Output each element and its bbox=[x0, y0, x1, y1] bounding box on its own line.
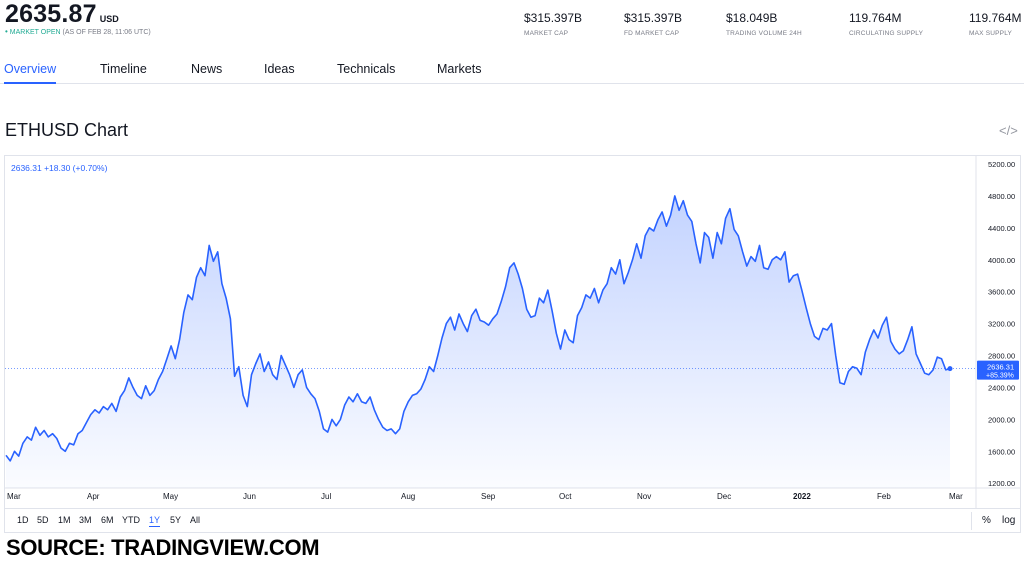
x-tick-label: Jun bbox=[243, 492, 256, 501]
range-6m-button[interactable]: 6M bbox=[101, 515, 114, 525]
stat-max-supply: 119.764M MAX SUPPLY bbox=[969, 11, 1021, 37]
x-tick-label: Aug bbox=[401, 492, 415, 501]
x-tick-label: Feb bbox=[877, 492, 891, 501]
y-tick-label: 1600.00 bbox=[988, 447, 1015, 456]
y-tick-label: 3600.00 bbox=[988, 288, 1015, 297]
range-1y-button[interactable]: 1Y bbox=[149, 515, 161, 527]
x-tick-label: May bbox=[163, 492, 178, 501]
price-chart[interactable]: 1200.00 1600.00 2000.00 2400.00 2800.00 3200.… bbox=[5, 156, 1020, 508]
stat-value: $18.049B bbox=[726, 11, 778, 25]
log-scale-button[interactable]: log bbox=[1002, 515, 1015, 526]
range-1d-button[interactable]: 1D bbox=[17, 515, 29, 525]
stat-value: 119.764M bbox=[969, 11, 1022, 25]
chart-legend: 2636.31 +18.30 (+0.70%) bbox=[11, 163, 108, 173]
range-3m-button[interactable]: 3M bbox=[79, 515, 92, 525]
range-5d-button[interactable]: 5D bbox=[37, 515, 49, 525]
x-tick-label: Apr bbox=[87, 492, 100, 501]
chart-title: ETHUSD Chart bbox=[5, 120, 129, 140]
range-toolbar: 1D 5D 1M 3M 6M YTD 1Y 5Y All % log bbox=[5, 508, 1020, 533]
stat-value: $315.397B bbox=[624, 11, 683, 25]
range-ytd-button[interactable]: YTD bbox=[122, 515, 140, 525]
tab-timeline[interactable]: Timeline bbox=[100, 62, 147, 76]
range-5y-button[interactable]: 5Y bbox=[170, 515, 181, 525]
stat-label: CIRCULATING SUPPLY bbox=[849, 30, 924, 37]
tab-ideas[interactable]: Ideas bbox=[264, 62, 295, 76]
x-tick-label: Sep bbox=[481, 492, 496, 501]
tab-news[interactable]: News bbox=[191, 62, 222, 76]
percent-scale-button[interactable]: % bbox=[982, 515, 991, 526]
x-tick-label: Dec bbox=[717, 492, 731, 501]
y-tick-label: 4800.00 bbox=[988, 192, 1015, 201]
toolbar-divider bbox=[971, 512, 972, 530]
last-price-dot bbox=[947, 366, 953, 372]
stat-trading-volume: $18.049B TRADING VOLUME 24H bbox=[726, 11, 802, 37]
x-tick-label: Oct bbox=[559, 492, 572, 501]
stat-circulating-supply: 119.764M CIRCULATING SUPPLY bbox=[849, 11, 923, 37]
price-area-fill bbox=[6, 195, 950, 488]
price-tag-value: 2636.31 bbox=[987, 363, 1014, 372]
tab-bar: Overview Timeline News Ideas Technicals … bbox=[0, 54, 1024, 84]
y-tick-label: 4400.00 bbox=[988, 224, 1015, 233]
range-1m-button[interactable]: 1M bbox=[58, 515, 71, 525]
stat-label: MARKET CAP bbox=[524, 30, 569, 37]
x-tick-label: Mar bbox=[7, 492, 21, 501]
tab-technicals[interactable]: Technicals bbox=[337, 62, 395, 76]
x-tick-label: Nov bbox=[637, 492, 651, 501]
embed-code-icon[interactable]: </> bbox=[999, 123, 1018, 138]
tab-overview[interactable]: Overview bbox=[4, 62, 56, 76]
y-tick-label: 2000.00 bbox=[988, 415, 1015, 424]
stat-label: TRADING VOLUME 24H bbox=[726, 30, 802, 37]
stat-label: MAX SUPPLY bbox=[969, 30, 1013, 37]
chart-container: 1200.00 1600.00 2000.00 2400.00 2800.00 3200.… bbox=[4, 155, 1021, 533]
source-caption: SOURCE: TRADINGVIEW.COM bbox=[6, 535, 320, 560]
x-tick-label: 2022 bbox=[793, 492, 811, 501]
stat-fd-market-cap: $315.397B FD MARKET CAP bbox=[624, 11, 682, 37]
stat-value: 119.764M bbox=[849, 11, 902, 25]
x-tick-label: Mar bbox=[949, 492, 963, 501]
price-tag-change: +85.39% bbox=[986, 373, 1014, 380]
y-tick-label: 5200.00 bbox=[988, 160, 1015, 169]
y-tick-label: 2400.00 bbox=[988, 383, 1015, 392]
active-tab-indicator bbox=[4, 82, 56, 84]
stat-market-cap: $315.397B MARKET CAP bbox=[524, 11, 582, 37]
y-tick-label: 2800.00 bbox=[988, 352, 1015, 361]
y-tick-label: 3200.00 bbox=[988, 320, 1015, 329]
stat-label: FD MARKET CAP bbox=[624, 30, 680, 37]
tab-markets[interactable]: Markets bbox=[437, 62, 481, 76]
range-all-button[interactable]: All bbox=[190, 515, 200, 525]
y-tick-label: 4000.00 bbox=[988, 256, 1015, 265]
x-tick-label: Jul bbox=[321, 492, 331, 501]
stat-value: $315.397B bbox=[524, 11, 583, 25]
y-tick-label: 1200.00 bbox=[988, 479, 1015, 488]
stats-bar: $315.397B MARKET CAP $315.397B FD MARKET… bbox=[0, 11, 1024, 41]
